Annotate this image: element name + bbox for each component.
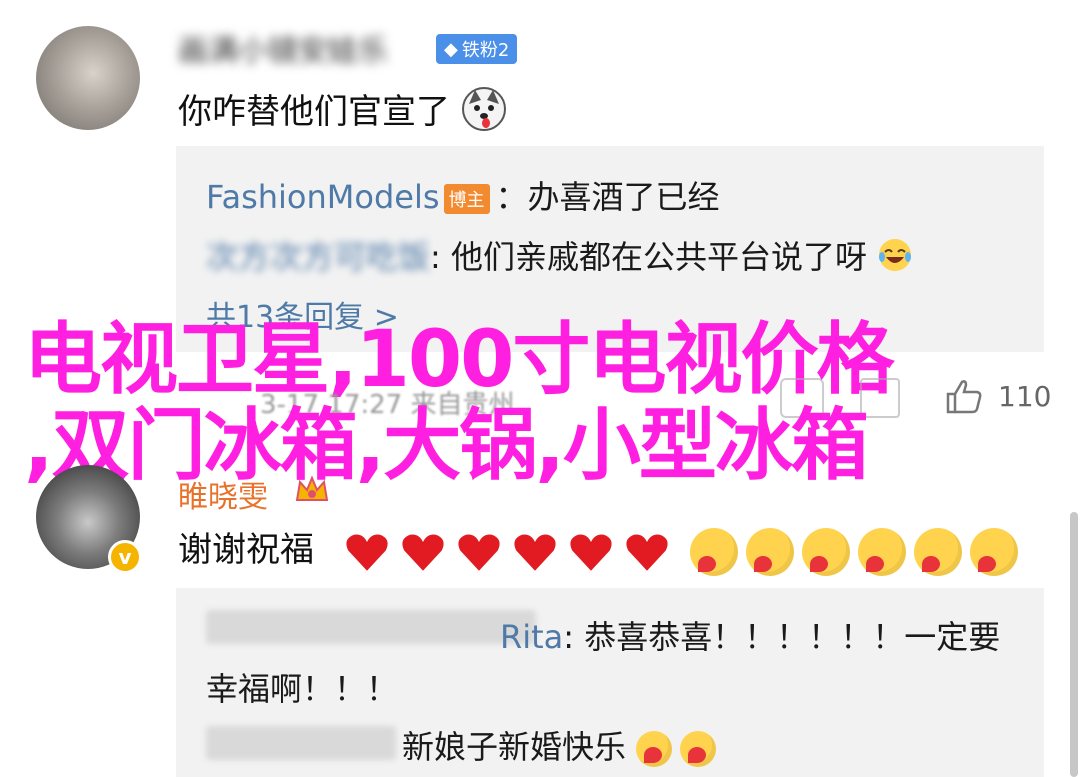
laughing-tears-emoji-icon [877, 237, 913, 281]
kissing-heart-emoji-icon [636, 731, 673, 767]
reply-text: 新娘子新婚快乐 [402, 728, 627, 766]
heart-icon [514, 534, 556, 571]
husky-dog-emoji-icon [461, 86, 507, 141]
overlay-title-line2: ,双门冰箱,大锅,小型冰箱 [24, 401, 869, 491]
reply-author[interactable]: Rita [500, 618, 563, 656]
host-badge: 博主 [443, 184, 490, 214]
fan-badge-label: 铁粉2 [461, 40, 510, 61]
reply-text: : 他们亲戚都在公共平台说了呀 [430, 238, 867, 276]
blurred-reply-author[interactable] [206, 726, 396, 760]
comment-text: 谢谢祝福 [178, 522, 1026, 576]
avatar[interactable] [36, 26, 140, 130]
username[interactable]: 睢晓雯 [178, 472, 268, 516]
reply-continuation: 幸福啊！！！ [206, 670, 399, 708]
reply-author-blurred[interactable]: 次方次方可吃饭 [206, 238, 430, 276]
heart-icon [402, 534, 444, 571]
kissing-heart-emoji-icon [680, 731, 717, 767]
blurred-reply-author[interactable] [206, 610, 536, 644]
heart-icon [346, 534, 388, 571]
heart-icon [458, 534, 500, 571]
reply-item[interactable]: FashionModels 博主 ：办喜酒了已经 [206, 172, 720, 218]
reply-item[interactable]: 新娘子新婚快乐 [402, 722, 724, 768]
comment-text-content: 谢谢祝福 [178, 530, 314, 570]
like-count: 110 [998, 380, 1052, 413]
username-blurred[interactable]: 画满小镜安娃乐 [178, 26, 388, 70]
kissing-heart-emoji-icon [746, 527, 795, 576]
kissing-heart-emoji-icon [970, 527, 1019, 576]
kissing-heart-emoji-icon [690, 527, 739, 576]
scrollbar[interactable] [1070, 512, 1078, 777]
heart-icon [626, 534, 668, 571]
reply-text: ：办喜酒了已经 [495, 178, 720, 216]
kissing-heart-emoji-icon [858, 527, 907, 576]
heart-icon [570, 534, 612, 571]
thumbs-up-icon [944, 380, 984, 420]
comment-text: 你咋替他们官宣了 [178, 84, 507, 141]
reply-item[interactable]: Rita: 恭喜恭喜！！！！！！一定要 [500, 612, 1000, 658]
diamond-icon: ◆ [444, 38, 458, 60]
verified-badge-icon: v [108, 540, 142, 574]
kissing-heart-emoji-icon [802, 527, 851, 576]
crown-icon [294, 474, 330, 510]
kissing-heart-emoji-icon [914, 527, 963, 576]
fan-badge[interactable]: ◆ 铁粉2 [436, 34, 518, 64]
reply-text: : 恭喜恭喜！！！！！！一定要 [563, 618, 1001, 656]
like-button[interactable] [944, 376, 984, 420]
reply-item[interactable]: 次方次方可吃饭: 他们亲戚都在公共平台说了呀 [206, 232, 913, 281]
reply-author[interactable]: FashionModels [206, 178, 440, 216]
comment-text-content: 你咋替他们官宣了 [178, 92, 450, 132]
